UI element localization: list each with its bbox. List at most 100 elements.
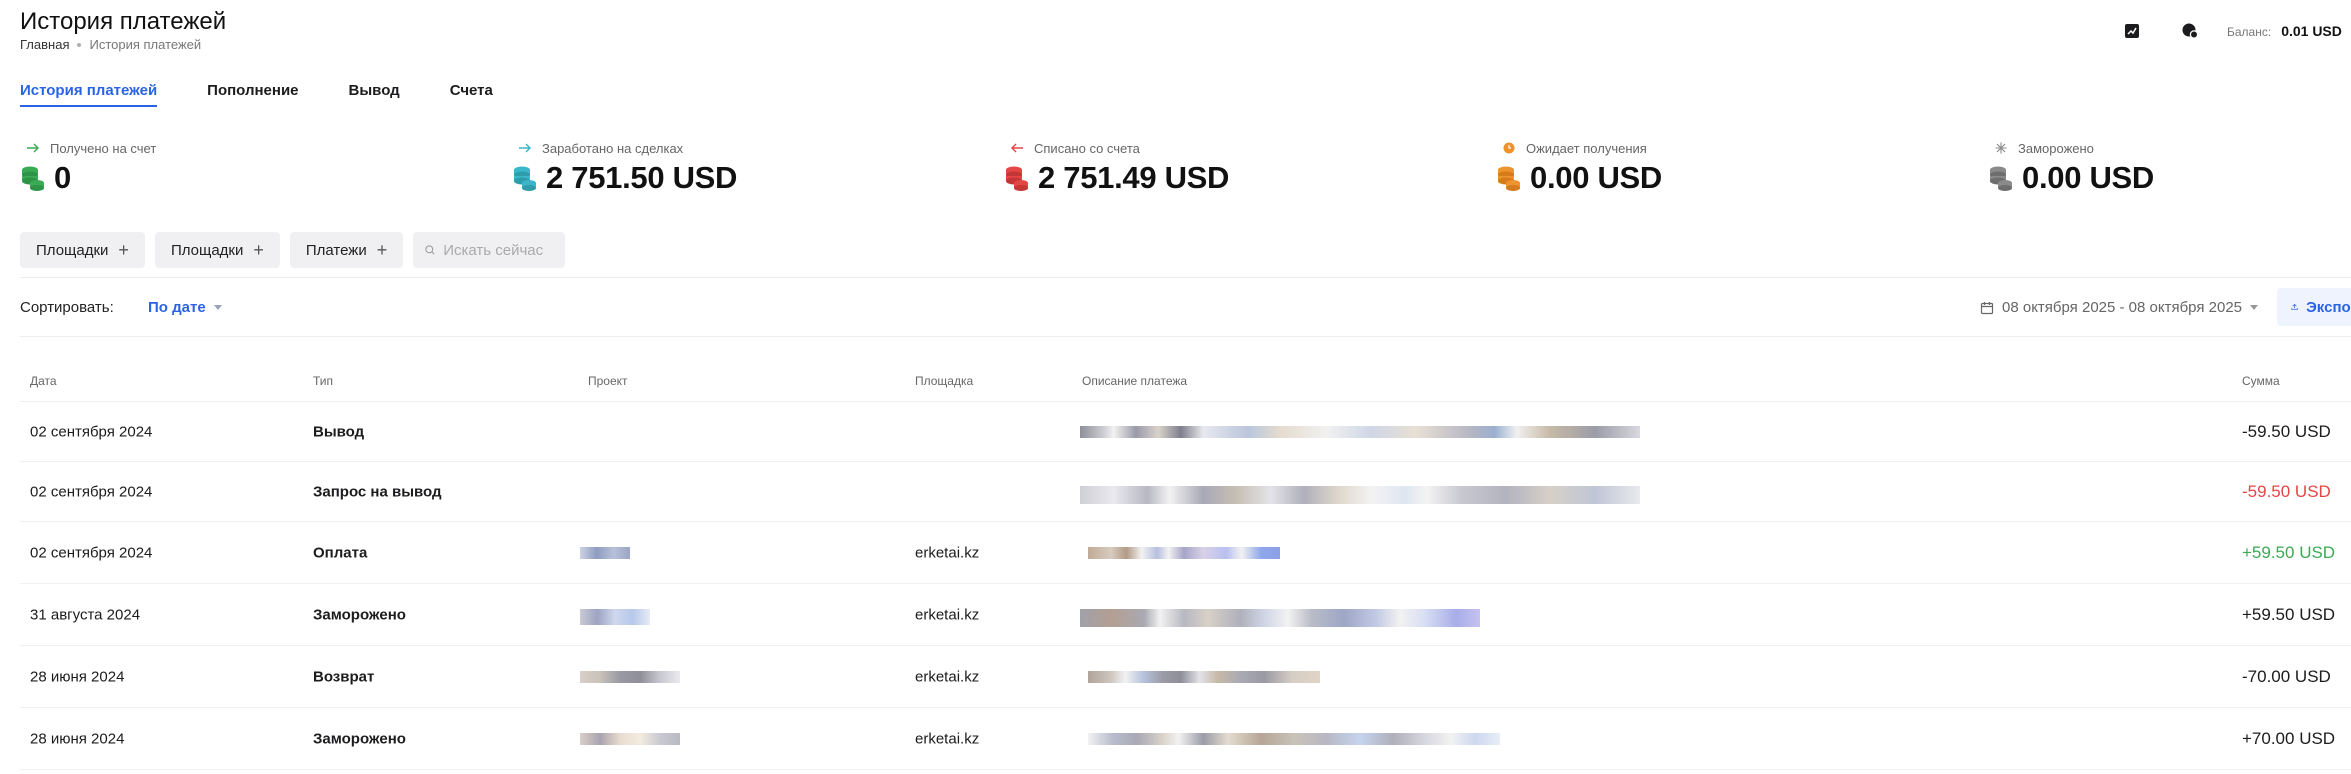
table-row[interactable]: 02 сентября 2024 Вывод -59.50 USD — [20, 402, 2351, 462]
stat-label: Ожидает получения — [1526, 140, 1647, 156]
chip-label: Площадки — [36, 241, 109, 259]
filter-platforms-chip[interactable]: Площадки + — [20, 232, 145, 268]
coins-icon[interactable] — [2177, 18, 2203, 44]
col-platform: Площадка — [915, 374, 974, 388]
chip-label: Платежи — [305, 241, 367, 259]
breadcrumb-current: История платежей — [89, 37, 202, 52]
export-button[interactable]: Экспорт — [2277, 288, 2351, 326]
plus-icon: + — [118, 240, 129, 260]
sort-value: По дате — [148, 299, 206, 316]
row-type: Запрос на вывод — [313, 483, 442, 500]
stat-label: Получено на счет — [50, 140, 157, 156]
row-amount: -59.50 USD — [2242, 481, 2331, 501]
row-date: 02 сентября 2024 — [30, 483, 153, 500]
stat-value: 0.00 USD — [2022, 160, 2154, 195]
filters-bar: Площадки + Площадки + Платежи + — [20, 232, 566, 268]
table-row[interactable]: 28 июня 2024 Возврат erketai.kz -70.00 U… — [20, 646, 2351, 708]
row-date: 28 июня 2024 — [30, 668, 125, 685]
balance: Баланс: 0.01 USD — [2227, 23, 2342, 39]
row-project-redacted — [580, 670, 680, 683]
table-row[interactable]: 31 августа 2024 Заморожено erketai.kz +5… — [20, 584, 2351, 646]
stat-value: 0 — [54, 160, 71, 195]
export-label: Экспорт — [2306, 298, 2351, 316]
tab-deposit[interactable]: Пополнение — [207, 82, 298, 107]
chevron-down-icon — [213, 305, 222, 310]
tab-withdraw[interactable]: Вывод — [349, 82, 400, 107]
arrow-right-icon — [518, 141, 532, 155]
plus-icon: + — [376, 240, 388, 260]
row-project-redacted — [580, 608, 650, 625]
tabs: История платежей Пополнение Вывод Счета — [20, 82, 543, 107]
snowflake-icon — [1994, 141, 2008, 155]
row-type: Оплата — [313, 544, 368, 561]
stat-earned: Заработано на сделках 2 751.50 USD — [512, 140, 737, 196]
row-type: Возврат — [313, 668, 375, 685]
coin-stack-icon — [514, 166, 536, 191]
table-header: Дата Тип Проект Площадка Описание платеж… — [20, 362, 2351, 402]
stat-received: Получено на счет 0 — [20, 140, 156, 196]
balance-value: 0.01 USD — [2281, 23, 2342, 39]
stat-value: 2 751.50 USD — [546, 160, 738, 195]
stat-debited: Списано со счета 2 751.49 USD — [1004, 140, 1229, 196]
arrow-left-icon — [1010, 141, 1024, 155]
sort-bar: Сортировать: По дате 08 октября 2025 - 0… — [20, 288, 2351, 326]
row-description-redacted — [1088, 732, 1500, 745]
search-box — [413, 232, 566, 268]
row-date: 31 августа 2024 — [30, 606, 141, 623]
row-platform: erketai.kz — [915, 606, 980, 623]
row-type: Заморожено — [313, 730, 406, 747]
stat-frozen: Заморожено 0.00 USD — [1988, 140, 2154, 196]
divider — [20, 277, 2351, 278]
row-type: Вывод — [313, 423, 365, 440]
row-platform: erketai.kz — [915, 668, 980, 685]
row-date: 28 июня 2024 — [30, 730, 125, 747]
balance-label: Баланс: — [2227, 25, 2272, 39]
filter-payments-chip[interactable]: Платежи + — [289, 232, 404, 268]
col-description: Описание платежа — [1082, 374, 1188, 388]
tab-accounts[interactable]: Счета — [450, 82, 493, 107]
row-date: 02 сентября 2024 — [30, 544, 153, 561]
col-type: Тип — [313, 374, 334, 388]
plus-icon: + — [253, 240, 264, 260]
table-row[interactable]: 02 сентября 2024 Запрос на вывод -59.50 … — [20, 462, 2351, 522]
coin-stack-icon — [1006, 166, 1028, 191]
row-amount: +59.50 USD — [2242, 542, 2336, 562]
col-amount: Сумма — [2242, 374, 2280, 388]
row-description-redacted — [1088, 546, 1280, 559]
row-project-redacted — [580, 546, 630, 559]
calendar-icon — [1980, 301, 1994, 314]
row-amount: -59.50 USD — [2242, 421, 2331, 441]
row-platform: erketai.kz — [915, 730, 980, 747]
stat-value: 2 751.49 USD — [1038, 160, 1230, 195]
stat-value: 0.00 USD — [1530, 160, 1662, 195]
row-description-redacted — [1080, 425, 1640, 438]
row-type: Заморожено — [313, 606, 406, 623]
upload-icon — [2291, 303, 2298, 311]
payments-table: Дата Тип Проект Площадка Описание платеж… — [20, 362, 2351, 770]
filter-platforms-2-chip[interactable]: Площадки + — [154, 232, 280, 268]
col-project: Проект — [588, 374, 628, 388]
coin-stack-icon — [22, 166, 44, 191]
row-date: 02 сентября 2024 — [30, 423, 153, 440]
chip-label: Площадки — [170, 241, 244, 259]
row-platform: erketai.kz — [915, 544, 980, 561]
clock-icon — [1502, 141, 1516, 155]
breadcrumb: Главная История платежей — [20, 37, 201, 52]
chart-icon[interactable] — [2119, 18, 2145, 44]
stat-label: Заработано на сделках — [542, 140, 684, 156]
search-input[interactable] — [443, 241, 554, 259]
coin-stack-icon — [1498, 166, 1520, 191]
stats-panel: Получено на счет 0 Заработано на сделках… — [20, 140, 2351, 196]
sort-dropdown[interactable]: По дате — [148, 299, 222, 316]
coin-stack-icon — [1990, 166, 2012, 191]
table-row[interactable]: 02 сентября 2024 Оплата erketai.kz +59.5… — [20, 522, 2351, 584]
tab-history[interactable]: История платежей — [20, 82, 158, 107]
row-amount: -70.00 USD — [2242, 666, 2331, 686]
page-title: История платежей — [20, 8, 227, 35]
date-range-picker[interactable]: 08 октября 2025 - 08 октября 2025 — [1980, 299, 2259, 316]
breadcrumb-home[interactable]: Главная — [20, 37, 69, 52]
table-row[interactable]: 28 июня 2024 Заморожено erketai.kz +70.0… — [20, 708, 2351, 770]
arrow-right-icon — [26, 141, 40, 155]
search-icon — [425, 245, 435, 255]
row-amount: +70.00 USD — [2242, 728, 2336, 748]
